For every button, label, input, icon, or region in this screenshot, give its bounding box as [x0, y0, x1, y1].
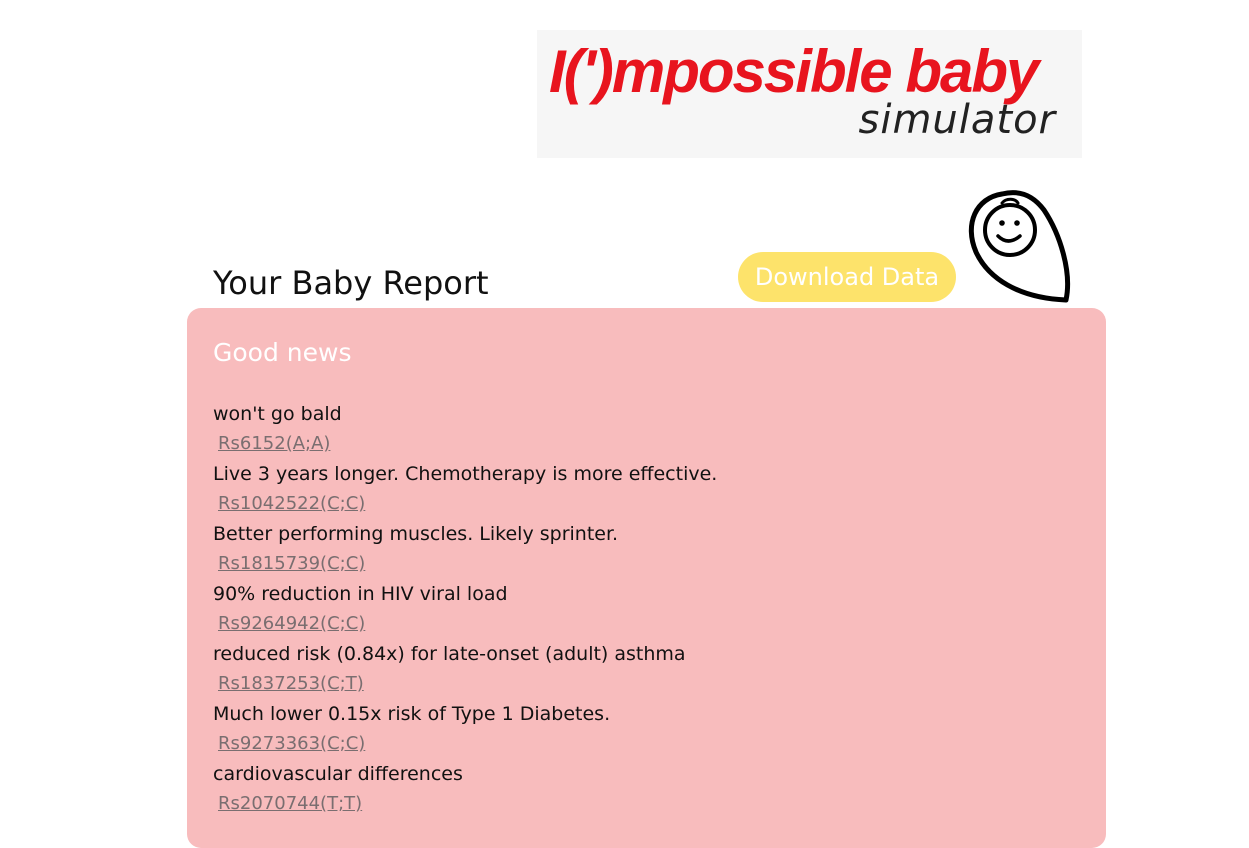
- good-news-card: Good news won't go bald Rs6152(A;A) Live…: [187, 308, 1106, 848]
- list-item: Much lower 0.15x risk of Type 1 Diabetes…: [213, 699, 1073, 759]
- site-logo[interactable]: I(')mpossible baby simulator: [537, 30, 1082, 158]
- snp-link[interactable]: Rs1815739(C;C): [213, 549, 1073, 579]
- snp-link[interactable]: Rs6152(A;A): [213, 429, 1073, 459]
- section-title: Good news: [213, 338, 352, 367]
- page-title: Your Baby Report: [213, 264, 489, 302]
- trait-description: Live 3 years longer. Chemotherapy is mor…: [213, 463, 718, 485]
- logo-subtitle: simulator: [858, 97, 1056, 143]
- good-news-list: won't go bald Rs6152(A;A) Live 3 years l…: [213, 399, 1073, 819]
- list-item: Live 3 years longer. Chemotherapy is mor…: [213, 459, 1073, 519]
- list-item: 90% reduction in HIV viral load Rs926494…: [213, 579, 1073, 639]
- snp-link[interactable]: Rs1042522(C;C): [213, 489, 1073, 519]
- list-item: Better performing muscles. Likely sprint…: [213, 519, 1073, 579]
- trait-description: Much lower 0.15x risk of Type 1 Diabetes…: [213, 703, 611, 725]
- swaddled-baby-icon: [968, 190, 1071, 303]
- snp-link[interactable]: Rs9264942(C;C): [213, 609, 1073, 639]
- trait-description: reduced risk (0.84x) for late-onset (adu…: [213, 643, 686, 665]
- download-data-button[interactable]: Download Data: [738, 252, 956, 302]
- list-item: reduced risk (0.84x) for late-onset (adu…: [213, 639, 1073, 699]
- snp-link[interactable]: Rs2070744(T;T): [213, 789, 1073, 819]
- snp-link[interactable]: Rs9273363(C;C): [213, 729, 1073, 759]
- trait-description: Better performing muscles. Likely sprint…: [213, 523, 619, 545]
- snp-link[interactable]: Rs1837253(C;T): [213, 669, 1073, 699]
- list-item: won't go bald Rs6152(A;A): [213, 399, 1073, 459]
- logo-title: I(')mpossible baby: [549, 38, 1039, 105]
- list-item: cardiovascular differences Rs2070744(T;T…: [213, 759, 1073, 819]
- trait-description: won't go bald: [213, 403, 342, 425]
- trait-description: 90% reduction in HIV viral load: [213, 583, 508, 605]
- trait-description: cardiovascular differences: [213, 763, 463, 785]
